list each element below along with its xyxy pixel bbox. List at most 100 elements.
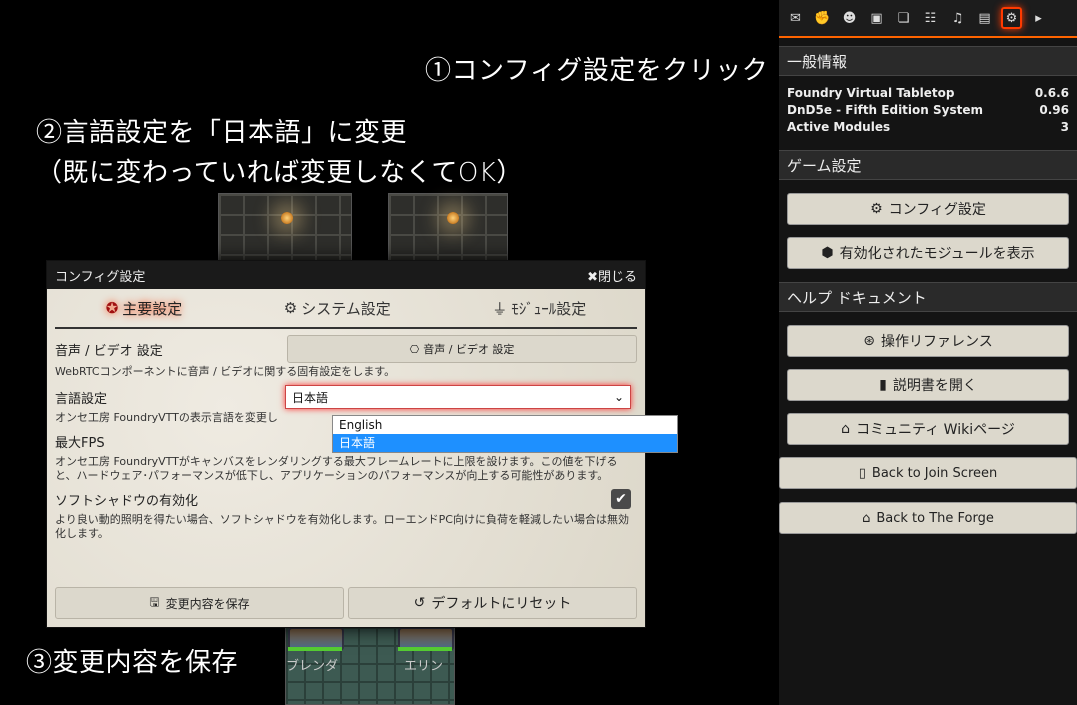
reset-button[interactable]: ↺ デフォルトにリセット xyxy=(348,587,637,619)
button-label: コミュニティ Wikiページ xyxy=(856,422,1015,438)
dialog-footer: 🖫 変更内容を保存 ↺ デフォルトにリセット xyxy=(55,587,637,619)
tab-system-settings[interactable]: ⚙ システム設定 xyxy=(284,298,391,319)
dungeon-tiles xyxy=(218,193,352,263)
controls-reference-button[interactable]: ⊛ 操作リファレンス xyxy=(787,325,1069,357)
language-select[interactable]: 日本語 ⌄ xyxy=(285,385,631,409)
annotation-step3: ③変更内容を保存 xyxy=(26,648,239,678)
tables-icon[interactable]: ☷ xyxy=(920,7,941,29)
door-icon: ▯ xyxy=(858,465,866,481)
setting-label: 最大FPS xyxy=(55,435,105,451)
settings-tabs: ✪ 主要設定 ⚙ システム設定 ⏚ ﾓｼﾞｭｰﾙ設定 xyxy=(55,289,637,329)
compendium-icon[interactable]: ▤ xyxy=(974,7,995,29)
tab-core-settings[interactable]: ✪ 主要設定 xyxy=(106,298,183,319)
setting-hint: オンセ工房 FoundryVTTがキャンバスをレンダリングする最大フレームレート… xyxy=(55,455,618,482)
token-name: ブレンダ xyxy=(286,659,339,674)
journal-icon[interactable]: ❏ xyxy=(893,7,914,29)
dialog-header[interactable]: コンフィグ設定 ✖閉じる xyxy=(47,261,645,289)
items-icon[interactable]: ▣ xyxy=(866,7,887,29)
plug-icon: ⏚ xyxy=(492,299,508,318)
info-value: 0.6.6 xyxy=(1034,86,1069,100)
actors-icon[interactable]: ☻ xyxy=(839,7,860,29)
info-name: DnD5e - Fifth Edition System xyxy=(787,103,983,117)
dungeon-floor: ブレンダ エリン xyxy=(285,626,455,705)
headset-icon: ⎔ xyxy=(409,342,420,356)
setting-language: 言語設定 日本語 ⌄ xyxy=(55,383,637,411)
language-option-english[interactable]: English xyxy=(333,416,677,434)
game-settings-header: ゲーム設定 xyxy=(779,150,1077,180)
setting-hint: より良い動的照明を得たい場合、ソフトシャドウを有効化します。ローエンドPC向けに… xyxy=(55,513,629,540)
gamepad-icon: ⊛ xyxy=(863,333,875,349)
button-label: Back to The Forge xyxy=(876,510,994,526)
token-hp-bar xyxy=(288,647,342,651)
back-to-forge-button[interactable]: ⌂ Back to The Forge xyxy=(779,502,1077,534)
back-to-join-button[interactable]: ▯ Back to Join Screen xyxy=(779,457,1077,489)
open-manual-button[interactable]: ▮ 説明書を開く xyxy=(787,369,1069,401)
book-icon: ▮ xyxy=(879,377,887,393)
setting-softshadow: ソフトシャドウの有効化 ✔ xyxy=(55,485,637,513)
chevron-down-icon: ⌄ xyxy=(613,390,624,404)
info-row: Active Modules 3 xyxy=(787,120,1069,137)
screen: ブレンダ エリン ①コンフィグ設定をクリック ②言語設定を「日本語」に変更 （既… xyxy=(0,0,1077,705)
info-row: DnD5e - Fifth Edition System 0.96 xyxy=(787,103,1069,120)
language-dropdown: English 日本語 xyxy=(332,415,678,453)
save-button[interactable]: 🖫 変更内容を保存 xyxy=(55,587,344,619)
button-label: コンフィグ設定 xyxy=(888,202,986,218)
general-info-header: 一般情報 xyxy=(779,46,1077,76)
token-hp-bar xyxy=(398,647,452,651)
annotation-step1: ①コンフィグ設定をクリック xyxy=(425,56,769,86)
sidebar: ✉ ✊ ☻ ▣ ❏ ☷ ♫ ▤ ⚙ ▸ 一般情報 Foundry Virtual… xyxy=(779,0,1077,705)
tab-label: ﾓｼﾞｭｰﾙ設定 xyxy=(511,299,587,318)
config-settings-button[interactable]: ⚙ コンフィグ設定 xyxy=(787,193,1069,225)
select-value: 日本語 xyxy=(292,390,329,405)
annotation-step2-note: （既に変わっていれば変更しなくてOK） xyxy=(36,158,523,188)
manage-modules-button[interactable]: ⬢ 有効化されたモジュールを表示 xyxy=(787,237,1069,269)
settings-icon[interactable]: ⚙ xyxy=(1001,7,1022,29)
dungeon-tiles xyxy=(388,193,508,263)
info-value: 3 xyxy=(1060,120,1069,134)
torch-icon xyxy=(281,212,293,224)
button-label: 有効化されたモジュールを表示 xyxy=(839,246,1035,262)
softshadow-checkbox[interactable]: ✔ xyxy=(611,489,631,509)
setting-label: ソフトシャドウの有効化 xyxy=(55,493,199,509)
combat-icon[interactable]: ✊ xyxy=(812,7,833,29)
info-row: Foundry Virtual Tabletop 0.6.6 xyxy=(787,86,1069,103)
collapse-icon[interactable]: ▸ xyxy=(1028,7,1049,29)
info-name: Foundry Virtual Tabletop xyxy=(787,86,955,100)
av-settings-button[interactable]: ⎔ 音声 / ビデオ 設定 xyxy=(287,335,637,363)
torch-icon xyxy=(447,212,459,224)
setting-hint: WebRTCコンポーネントに音声 / ビデオに関する固有設定をします。 xyxy=(55,365,396,378)
setting-av: 音声 / ビデオ 設定 ⎔ 音声 / ビデオ 設定 xyxy=(55,335,637,363)
sidebar-tabs: ✉ ✊ ☻ ▣ ❏ ☷ ♫ ▤ ⚙ ▸ xyxy=(779,0,1077,38)
button-label: 音声 / ビデオ 設定 xyxy=(423,343,515,356)
gears-icon: ⚙ xyxy=(870,201,883,217)
button-label: デフォルトにリセット xyxy=(431,596,572,612)
community-wiki-button[interactable]: ⌂ コミュニティ Wikiページ xyxy=(787,413,1069,445)
info-value: 0.96 xyxy=(1039,103,1069,117)
tab-label: システム設定 xyxy=(301,299,391,318)
token-name: エリン xyxy=(404,659,444,674)
language-option-japanese[interactable]: 日本語 xyxy=(333,434,677,452)
dialog-title: コンフィグ設定 xyxy=(55,269,146,285)
tab-module-settings[interactable]: ⏚ ﾓｼﾞｭｰﾙ設定 xyxy=(492,298,586,319)
info-name: Active Modules xyxy=(787,120,891,134)
home-icon: ⌂ xyxy=(862,510,871,526)
save-icon: 🖫 xyxy=(149,594,160,609)
d20-icon: ✪ xyxy=(105,299,119,317)
chat-icon[interactable]: ✉ xyxy=(785,7,806,29)
button-label: 操作リファレンス xyxy=(881,334,993,350)
tab-label: 主要設定 xyxy=(122,299,183,318)
config-dialog: コンフィグ設定 ✖閉じる ✪ 主要設定 ⚙ システム設定 ⏚ ﾓｼﾞｭｰﾙ設定 音声 … xyxy=(46,260,678,628)
cube-icon: ⬢ xyxy=(821,245,834,261)
setting-label: 言語設定 xyxy=(55,391,108,407)
help-header: ヘルプ ドキュメント xyxy=(779,282,1077,312)
undo-icon: ↺ xyxy=(413,595,426,611)
setting-label: 音声 / ビデオ 設定 xyxy=(55,343,163,359)
button-label: Back to Join Screen xyxy=(871,465,998,481)
button-label: 説明書を開く xyxy=(892,378,977,394)
playlists-icon[interactable]: ♫ xyxy=(947,7,968,29)
institution-icon: ⌂ xyxy=(841,421,851,437)
gears-icon: ⚙ xyxy=(283,299,298,317)
button-label: 変更内容を保存 xyxy=(165,596,250,611)
close-button[interactable]: ✖閉じる xyxy=(587,266,637,285)
annotation-step2: ②言語設定を「日本語」に変更 xyxy=(36,118,408,148)
